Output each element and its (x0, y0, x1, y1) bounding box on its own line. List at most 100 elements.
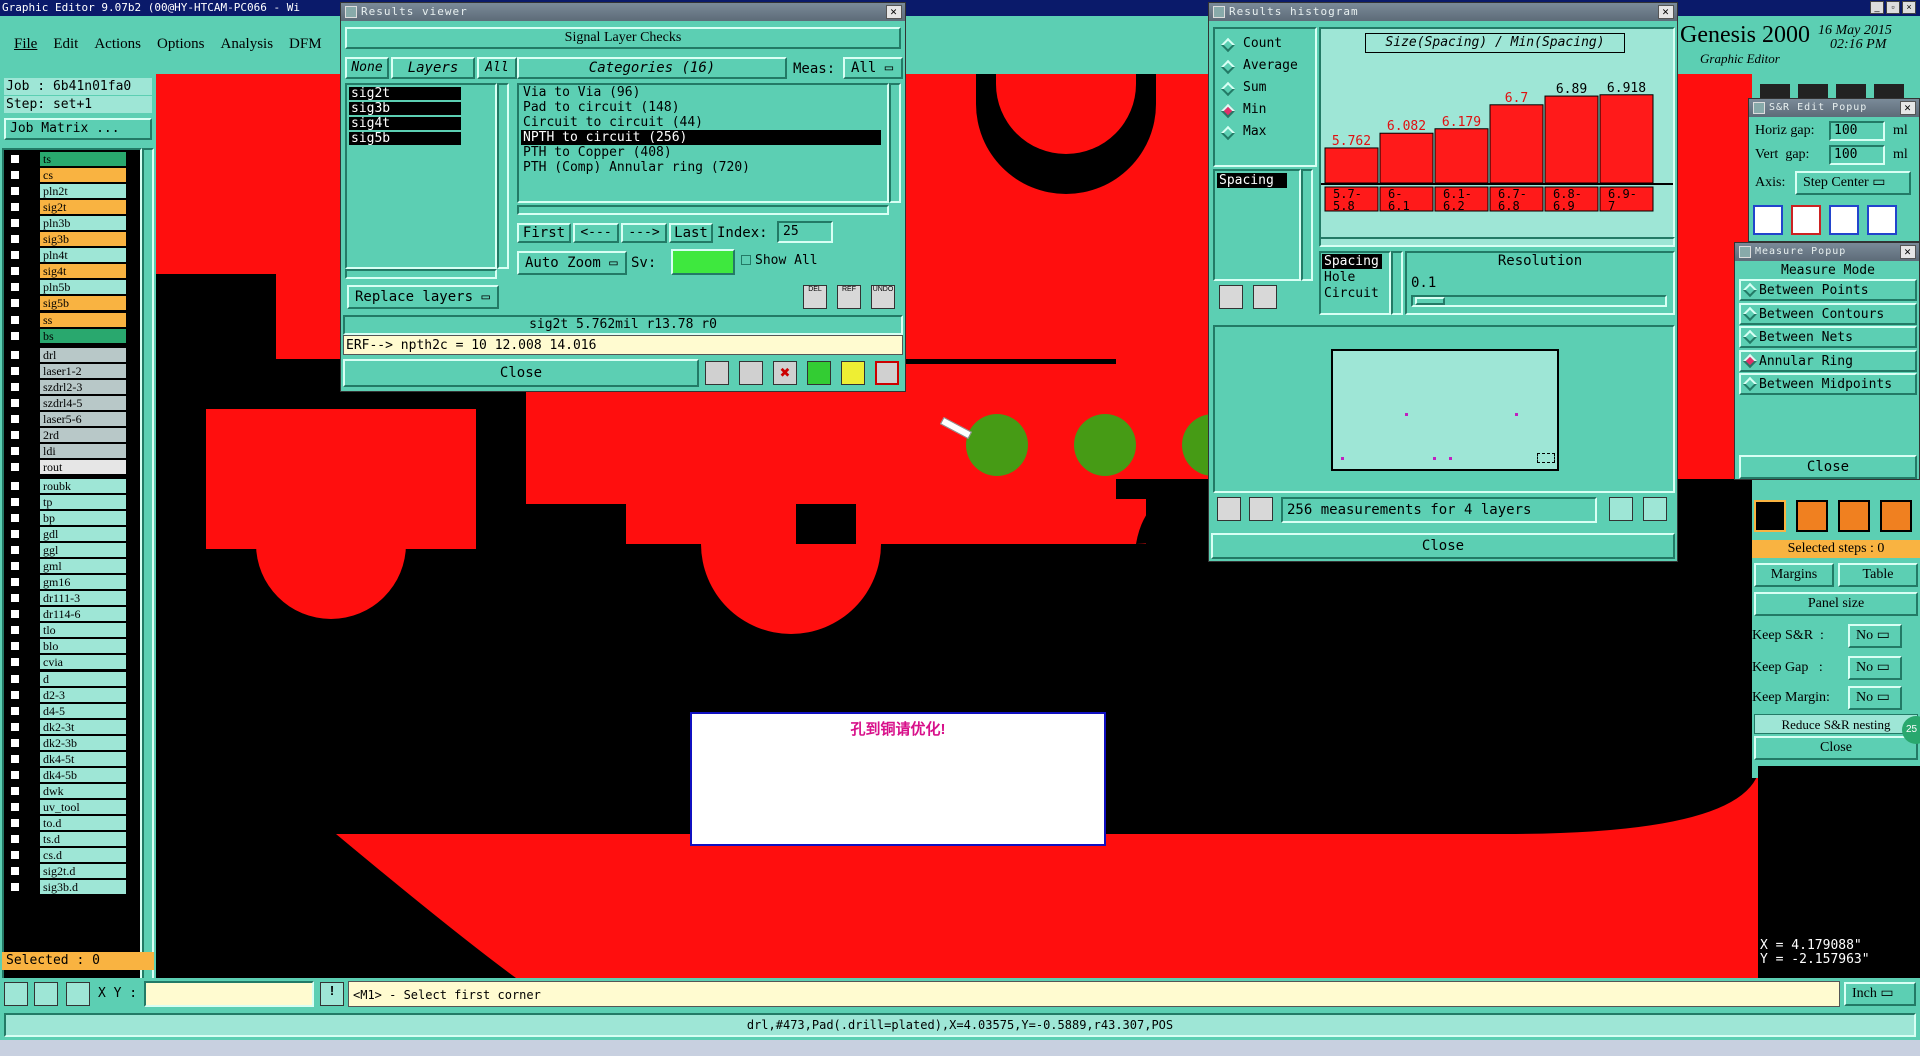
zoom-box-icon[interactable] (4, 982, 28, 1006)
layer-checkbox[interactable] (10, 170, 20, 181)
pointer-icon[interactable] (1754, 500, 1786, 532)
layer-row[interactable]: rout (4, 459, 128, 474)
hist-mode-option[interactable]: Sum (1220, 79, 1311, 99)
zoom-out-icon[interactable] (34, 982, 58, 1006)
layer-row[interactable]: ss (4, 312, 128, 327)
rv-next-button[interactable]: ---> (621, 223, 667, 243)
layer-checkbox[interactable] (10, 834, 20, 844)
layer-checkbox[interactable] (10, 365, 20, 376)
layer-checkbox[interactable] (10, 202, 20, 213)
layer-checkbox[interactable] (10, 593, 20, 604)
select-icon[interactable] (1796, 500, 1828, 532)
layer-row[interactable]: dk4-5t (4, 751, 128, 766)
resolution-slider[interactable] (1411, 295, 1667, 307)
rv-cat-hscroll[interactable] (517, 205, 889, 215)
hist-list2-scroll[interactable] (1391, 251, 1403, 315)
layer-row[interactable]: laser1-2 (4, 363, 128, 378)
rv-prev-button[interactable]: <--- (573, 223, 619, 243)
layer-checkbox[interactable] (10, 445, 20, 456)
flag-icon[interactable] (705, 361, 729, 385)
layer-checkbox[interactable] (10, 381, 20, 392)
layer-checkbox[interactable] (10, 529, 20, 540)
keep-margin-select[interactable]: No ▭ (1848, 686, 1902, 710)
layer-checkbox[interactable] (10, 349, 20, 360)
rv-index-input[interactable]: 25 (777, 221, 833, 243)
layer-checkbox[interactable] (10, 314, 20, 325)
layer-checkbox[interactable] (10, 561, 20, 572)
layer-row[interactable]: 2rd (4, 427, 128, 442)
layer-checkbox[interactable] (10, 234, 20, 245)
layer-row[interactable]: sig3b.d (4, 880, 128, 895)
histogram-icon[interactable] (875, 361, 899, 385)
copy-icon[interactable] (1880, 500, 1912, 532)
measure-icon[interactable] (739, 361, 763, 385)
rv-category-item[interactable]: Pad to circuit (148) (521, 100, 881, 115)
hist-type-item[interactable]: Spacing (1217, 173, 1287, 188)
rv-close-button[interactable]: Close (343, 359, 699, 387)
info-icon[interactable]: ! (320, 982, 344, 1006)
layer-checkbox[interactable] (10, 186, 20, 197)
layer-row[interactable]: tlo (4, 623, 128, 638)
unit-select[interactable]: Inch ▭ (1844, 982, 1916, 1006)
hist-mode-option[interactable]: Max (1220, 123, 1311, 143)
layer-row[interactable]: blo (4, 639, 128, 654)
hist-list2-item[interactable]: Spacing (1322, 254, 1382, 269)
margins-button[interactable]: Margins (1754, 563, 1834, 587)
measure-mode-option[interactable]: Annular Ring (1739, 349, 1917, 372)
layer-checkbox[interactable] (10, 461, 20, 472)
measure-mode-option[interactable]: Between Contours (1739, 302, 1917, 325)
zoom-fit-icon[interactable] (1643, 497, 1667, 521)
layer-checkbox[interactable] (10, 480, 20, 491)
layer-checkbox[interactable] (10, 577, 20, 588)
layer-checkbox[interactable] (10, 785, 20, 796)
measure-close-button[interactable]: Close (1739, 455, 1917, 479)
layer-row[interactable]: tp (4, 494, 128, 509)
layer-checkbox[interactable] (10, 298, 20, 309)
layer-checkbox[interactable] (10, 625, 20, 636)
layer-checkbox[interactable] (10, 609, 20, 620)
ref-icon[interactable]: REF (837, 285, 861, 309)
layer-row[interactable]: ts (4, 152, 128, 166)
zoom-in-icon[interactable] (1609, 497, 1633, 521)
right-close-button[interactable]: Close (1754, 736, 1918, 760)
layer-row[interactable]: gml (4, 559, 128, 574)
layer-checkbox[interactable] (10, 705, 20, 716)
hist-del2-icon[interactable] (1217, 497, 1241, 521)
layer-icon[interactable] (807, 361, 831, 385)
layer-checkbox[interactable] (10, 413, 20, 424)
hist-mode-option[interactable]: Min (1220, 101, 1311, 121)
layer-row[interactable]: pln3b (4, 216, 128, 231)
layer-row[interactable]: d4-5 (4, 703, 128, 718)
layer-checkbox[interactable] (10, 330, 20, 341)
rv-auto-zoom-select[interactable]: Auto Zoom ▭ (517, 251, 627, 275)
panel-size-button[interactable]: Panel size (1754, 592, 1918, 616)
layer-checkbox[interactable] (10, 689, 20, 700)
rv-layers-button[interactable]: Layers (391, 57, 475, 79)
layer-row[interactable]: gdl (4, 527, 128, 542)
rv-all-button[interactable]: All (477, 57, 517, 79)
layer-row[interactable]: gm16 (4, 575, 128, 590)
rv-show-all-checkbox[interactable] (741, 255, 751, 265)
histogram-bar[interactable] (1324, 147, 1379, 184)
rv-category-item[interactable]: PTH (Comp) Annular ring (720) (521, 160, 881, 175)
hist-close-button[interactable]: Close (1211, 533, 1675, 559)
layer-row[interactable]: cs (4, 168, 128, 183)
layer-row[interactable]: d2-3 (4, 687, 128, 702)
layer-row[interactable]: uv_tool (4, 799, 128, 814)
layer-checkbox[interactable] (10, 154, 20, 164)
layer-row[interactable]: sig2t (4, 200, 128, 215)
histogram-bar[interactable] (1489, 104, 1544, 184)
layer-row[interactable]: ggl (4, 543, 128, 558)
rv-last-button[interactable]: Last (669, 223, 713, 243)
rv-replace-layers-select[interactable]: Replace layers ▭ (347, 285, 499, 309)
layer-row[interactable]: sig4t (4, 264, 128, 279)
restore-button[interactable]: ▫ (1886, 1, 1900, 14)
layer-checkbox[interactable] (10, 641, 20, 652)
keep-sr-select[interactable]: No ▭ (1848, 624, 1902, 648)
layer-checkbox[interactable] (10, 282, 20, 293)
rv-layer-item[interactable]: sig4t (349, 117, 461, 130)
layer-checkbox[interactable] (10, 250, 20, 261)
close-icon[interactable]: ✕ (1900, 245, 1916, 259)
hist-ref-icon[interactable] (1253, 285, 1277, 309)
layer-row[interactable]: dr111-3 (4, 591, 128, 606)
